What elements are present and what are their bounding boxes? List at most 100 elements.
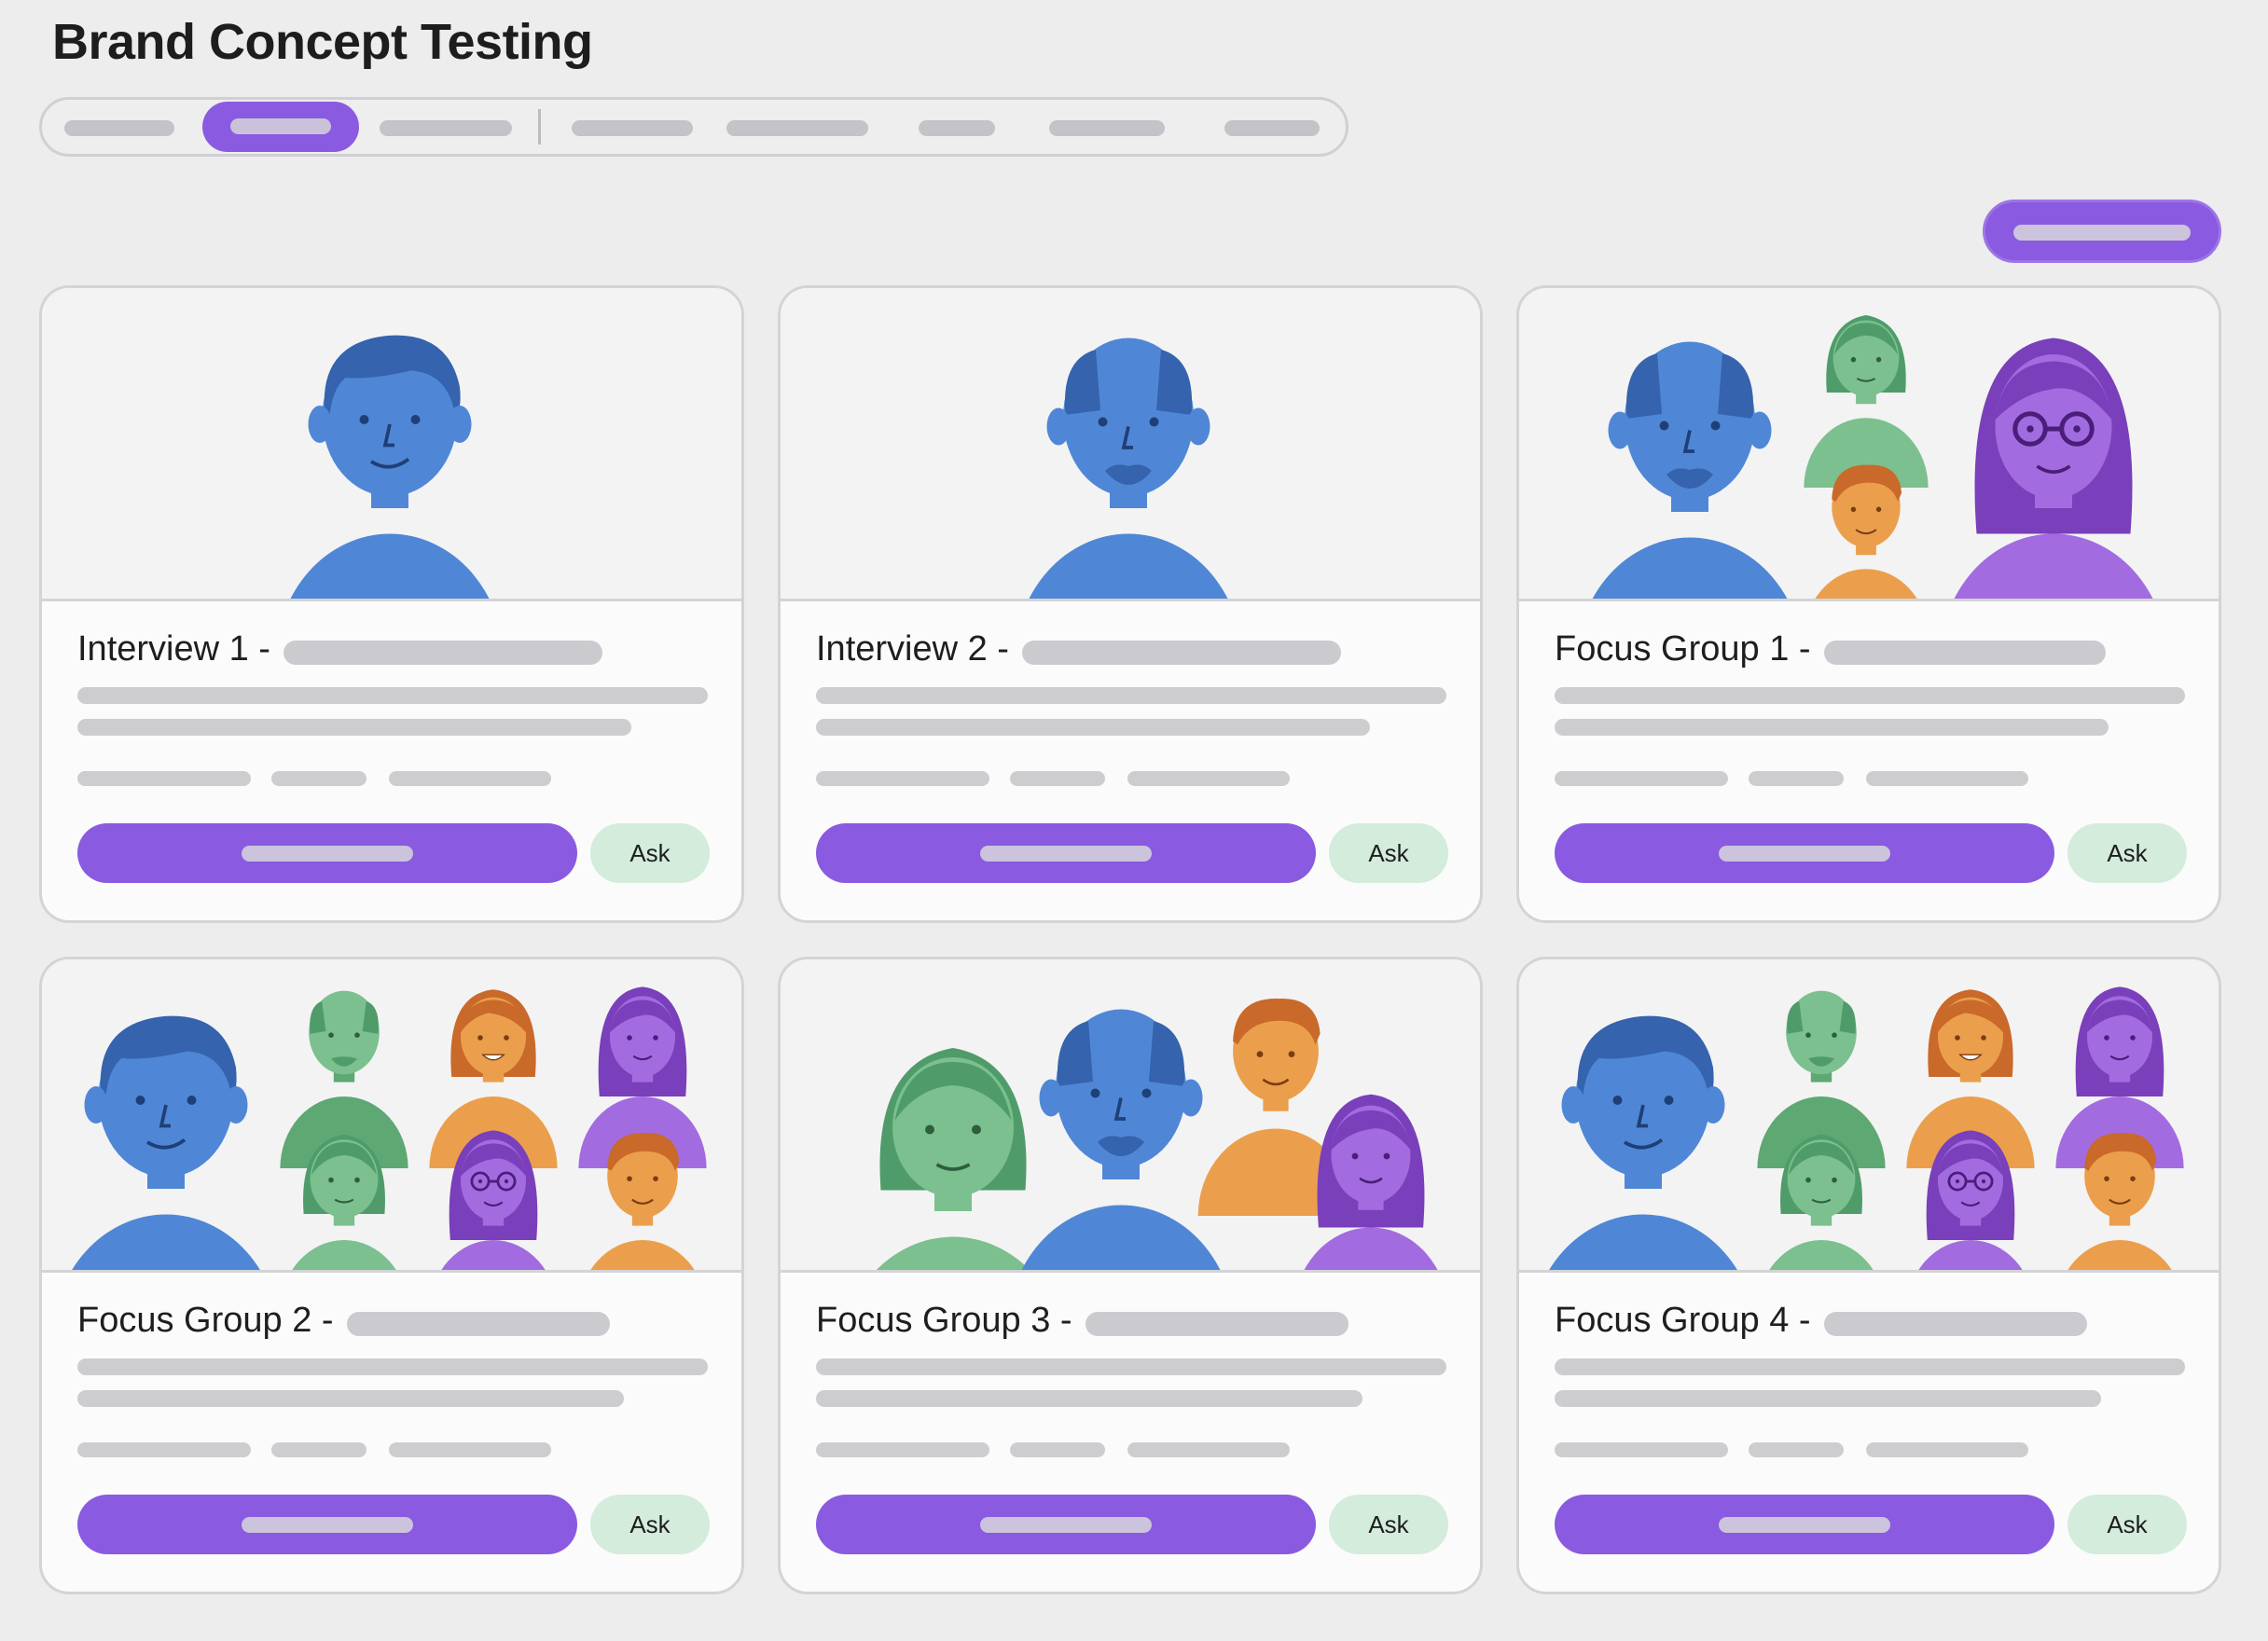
meta-chip [271, 771, 366, 786]
description-line [816, 719, 1370, 736]
participant-illustration [781, 959, 1480, 1273]
session-card-focus-group-1[interactable]: Focus Group 1 - Ask [1516, 285, 2221, 923]
meta-chip [1010, 1442, 1105, 1457]
card-title: Focus Group 4 - [1555, 1301, 1811, 1340]
meta-chip [271, 1442, 366, 1457]
participant-illustration [42, 959, 741, 1273]
title-placeholder [346, 1312, 610, 1336]
description-line [1555, 719, 2109, 736]
participant-avatar-icon [49, 1014, 283, 1270]
meta-chip [389, 1442, 551, 1457]
card-title: Focus Group 1 - [1555, 629, 1811, 669]
participant-avatar-icon [1004, 1007, 1238, 1270]
participant-avatar-icon [837, 1046, 1070, 1270]
description-line [77, 719, 631, 736]
tab-label-placeholder [64, 120, 174, 136]
tab-label-placeholder [572, 120, 693, 136]
description-line [1555, 1358, 2185, 1375]
participant-avatar-icon [1012, 336, 1245, 599]
open-session-button[interactable] [1555, 823, 2054, 883]
participant-illustration [781, 288, 1480, 601]
tab-7[interactable] [1049, 100, 1165, 154]
button-label-placeholder [1719, 1517, 1890, 1533]
ask-button[interactable]: Ask [2067, 823, 2187, 883]
card-title: Focus Group 2 - [77, 1301, 334, 1340]
participant-avatar-icon [1573, 339, 1806, 599]
open-session-button[interactable] [1555, 1495, 2054, 1554]
ask-button[interactable]: Ask [1329, 823, 1448, 883]
description-line [1555, 687, 2185, 704]
meta-chip [77, 1442, 251, 1457]
meta-chip [77, 771, 251, 786]
description-line [816, 1390, 1362, 1407]
open-session-button[interactable] [77, 1495, 577, 1554]
participant-avatar-icon [1940, 338, 2168, 602]
card-title: Interview 2 - [816, 629, 1009, 669]
tab-5[interactable] [726, 100, 868, 154]
meta-chip [1555, 771, 1728, 786]
meta-chip [1749, 771, 1844, 786]
page-title: Brand Concept Testing [52, 14, 593, 70]
card-title: Interview 1 - [77, 629, 270, 669]
participant-illustration [1519, 959, 2219, 1273]
session-card-focus-group-2[interactable]: Focus Group 2 - Ask [39, 957, 744, 1594]
meta-chip [1555, 1442, 1728, 1457]
tab-1[interactable] [64, 100, 174, 154]
meta-chip [1127, 771, 1290, 786]
button-label-placeholder [242, 1517, 413, 1533]
button-label-placeholder [980, 846, 1152, 862]
description-line [77, 1358, 708, 1375]
meta-chip [1127, 1442, 1290, 1457]
open-session-button[interactable] [77, 823, 577, 883]
button-label-placeholder [2013, 225, 2191, 241]
description-line [816, 687, 1446, 704]
title-placeholder [1021, 641, 1341, 665]
meta-chip [1749, 1442, 1844, 1457]
open-session-button[interactable] [816, 1495, 1316, 1554]
session-card-focus-group-3[interactable]: Focus Group 3 - Ask [778, 957, 1483, 1594]
new-session-button[interactable] [1983, 200, 2221, 263]
participant-illustration [42, 288, 741, 601]
button-label-placeholder [242, 846, 413, 862]
ask-button[interactable]: Ask [1329, 1495, 1448, 1554]
description-line [816, 1358, 1446, 1375]
card-title: Focus Group 3 - [816, 1301, 1072, 1340]
session-card-focus-group-4[interactable]: Focus Group 4 - Ask [1516, 957, 2221, 1594]
tab-label-placeholder [919, 120, 995, 136]
tab-8[interactable] [1224, 100, 1320, 154]
ask-button[interactable]: Ask [590, 1495, 710, 1554]
ask-button[interactable]: Ask [590, 823, 710, 883]
tab-label-placeholder [1049, 120, 1165, 136]
tab-2[interactable] [202, 102, 359, 152]
open-session-button[interactable] [816, 823, 1316, 883]
tab-6[interactable] [919, 100, 995, 154]
participant-avatar-icon [1527, 1014, 1760, 1270]
description-line [77, 1390, 624, 1407]
tab-label-placeholder [230, 118, 331, 134]
participant-avatar-icon [273, 333, 506, 599]
description-line [1555, 1390, 2101, 1407]
tab-label-placeholder [726, 120, 868, 136]
participant-illustration [1519, 288, 2219, 601]
ask-button[interactable]: Ask [2067, 1495, 2187, 1554]
meta-chip [1010, 771, 1105, 786]
tab-label-placeholder [1224, 120, 1320, 136]
meta-chip [389, 771, 551, 786]
meta-chip [816, 1442, 989, 1457]
session-card-interview-2[interactable]: Interview 2 - Ask [778, 285, 1483, 923]
session-card-interview-1[interactable]: Interview 1 - Ask [39, 285, 744, 923]
title-placeholder [1085, 1312, 1348, 1336]
tab-bar [39, 97, 1348, 157]
meta-chip [816, 771, 989, 786]
button-label-placeholder [980, 1517, 1152, 1533]
button-label-placeholder [1719, 846, 1890, 862]
meta-chip [1866, 771, 2028, 786]
tab-divider [538, 109, 541, 145]
meta-chip [1866, 1442, 2028, 1457]
tab-3[interactable] [380, 100, 512, 154]
title-placeholder [1823, 1312, 2087, 1336]
description-line [77, 687, 708, 704]
tab-label-placeholder [380, 120, 512, 136]
tab-4[interactable] [572, 100, 693, 154]
title-placeholder [283, 641, 602, 665]
